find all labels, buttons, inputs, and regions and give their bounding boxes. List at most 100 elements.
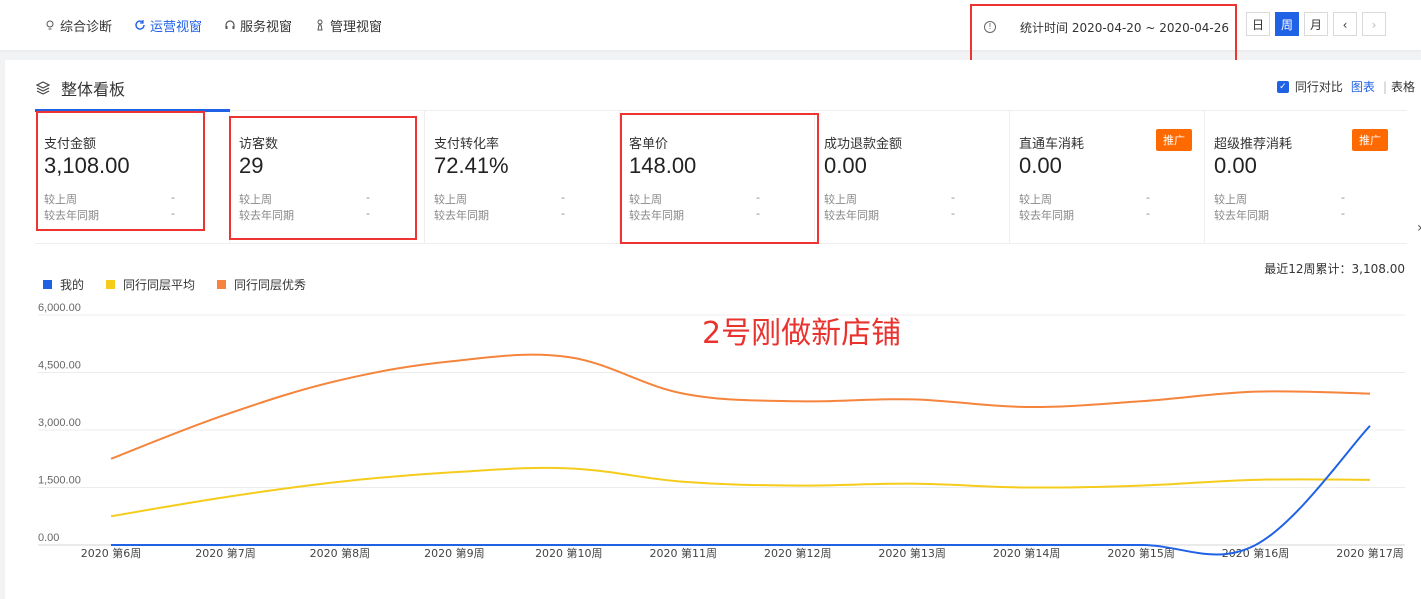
tab-label: 管理视窗	[330, 19, 383, 35]
series-line-1[interactable]	[110, 466, 1371, 518]
legend-swatch	[43, 280, 52, 289]
view-table-link[interactable]: 表格	[1391, 78, 1415, 95]
metric-card-conversion[interactable]: 支付转化率 72.41% 较上周 - 较去年同期 -	[425, 111, 620, 243]
week-button[interactable]: 周	[1275, 12, 1299, 36]
legend-swatch	[106, 280, 116, 289]
metric-label: 支付转化率	[434, 137, 500, 152]
x-tick-label: 2020 第9周	[424, 546, 485, 560]
metric-value: 72.41%	[434, 153, 509, 178]
panel-options: ✓ 同行对比 图表 | 表格	[1276, 78, 1415, 95]
compare-year-label: 较去年同期	[1019, 209, 1074, 222]
active-indicator	[35, 109, 230, 112]
separator: |	[1382, 79, 1387, 94]
tab-label: 综合诊断	[60, 19, 113, 35]
x-tick-label: 2020 第17周	[1336, 546, 1404, 560]
tab-service[interactable]: 服务视窗	[224, 16, 292, 35]
compare-week-value: -	[756, 191, 760, 204]
x-tick-label: 2020 第6周	[81, 546, 142, 560]
compare-year-value: -	[561, 207, 565, 220]
x-tick-label: 2020 第7周	[195, 546, 256, 560]
promo-button[interactable]: 推广	[1352, 129, 1388, 151]
metric-value: 0.00	[1214, 153, 1257, 178]
compare-week-value: -	[1146, 191, 1150, 204]
layers-icon	[35, 81, 51, 95]
metric-value: 0.00	[824, 153, 867, 178]
series-line-2[interactable]	[110, 353, 1371, 460]
metric-value: 29	[239, 153, 264, 178]
metric-card-super-recommend[interactable]: 超级推荐消耗 推广 0.00 较上周 - 较去年同期 -	[1205, 111, 1400, 243]
compare-year-label: 较去年同期	[1214, 209, 1269, 222]
view-chart-link[interactable]: 图表	[1351, 78, 1375, 95]
compare-year-label: 较去年同期	[824, 209, 879, 222]
compare-week-label: 较上周	[629, 193, 662, 206]
panel-title: 整体看板	[35, 76, 125, 100]
metric-value: 0.00	[1019, 153, 1062, 178]
y-tick-label: 3,000.00	[38, 417, 81, 429]
promo-button[interactable]: 推广	[1156, 129, 1192, 151]
compare-week-value: -	[1341, 191, 1345, 204]
metric-card-refund[interactable]: 成功退款金额 0.00 较上周 - 较去年同期 -	[815, 111, 1010, 243]
metric-card-visitors[interactable]: 访客数 29 较上周 - 较去年同期 -	[230, 111, 425, 243]
compare-year-label: 较去年同期	[434, 209, 489, 222]
x-tick-label: 2020 第13周	[878, 546, 946, 560]
x-tick-label: 2020 第14周	[993, 546, 1061, 560]
x-tick-label: 2020 第8周	[310, 546, 371, 560]
metric-value: 148.00	[629, 153, 697, 178]
tab-diagnosis[interactable]: 综合诊断	[44, 16, 112, 35]
refresh-icon	[135, 20, 145, 30]
next-button[interactable]: ›	[1362, 12, 1386, 36]
tab-operation[interactable]: 运营视窗	[134, 16, 202, 35]
metric-label: 直通车消耗	[1019, 137, 1085, 152]
compare-year-value: -	[1341, 207, 1345, 220]
pawn-icon	[317, 19, 323, 31]
metric-card-pay-amount[interactable]: 支付金额 3,108.00 较上周 - 较去年同期 -	[35, 109, 230, 243]
x-tick-label: 2020 第10周	[535, 546, 603, 560]
stat-time: 统计时间 2020-04-20 ~ 2020-04-26	[1020, 21, 1229, 35]
tab-label: 服务视窗	[240, 19, 293, 35]
compare-week-value: -	[951, 191, 955, 204]
metric-cards: 支付金额 3,108.00 较上周 - 较去年同期 - 访客数 29 较上周 -…	[35, 109, 1407, 244]
compare-week-label: 较上周	[239, 193, 272, 206]
tab-management[interactable]: 管理视窗	[314, 16, 382, 35]
y-tick-label: 4,500.00	[38, 360, 81, 372]
prev-button[interactable]: ‹	[1333, 12, 1357, 36]
compare-week-value: -	[366, 191, 370, 204]
x-tick-label: 2020 第12周	[764, 546, 832, 560]
metric-label: 客单价	[629, 137, 669, 152]
cumulative-total: 最近12周累计：3,108.00	[1264, 262, 1405, 276]
day-button[interactable]: 日	[1246, 12, 1270, 36]
compare-week-value: -	[561, 191, 565, 204]
metric-label: 超级推荐消耗	[1214, 137, 1293, 152]
y-tick-label: 6,000.00	[38, 302, 81, 314]
view-tabs: 综合诊断 运营视窗 服务视窗 管理视窗	[44, 0, 404, 50]
compare-year-value: -	[366, 207, 370, 220]
compare-week-label: 较上周	[1019, 193, 1052, 206]
compare-week-label: 较上周	[1214, 193, 1247, 206]
compare-year-label: 较去年同期	[239, 209, 294, 222]
overview-panel: 整体看板 ✓ 同行对比 图表 | 表格 支付金额 3,108.00 较上周 - …	[5, 60, 1421, 599]
metric-label: 访客数	[239, 137, 279, 152]
chevron-right-icon[interactable]: ›	[1417, 220, 1421, 236]
stat-time-box: ! 统计时间 2020-04-20 ~ 2020-04-26	[970, 4, 1237, 62]
month-button[interactable]: 月	[1304, 12, 1328, 36]
x-tick-label: 2020 第11周	[650, 546, 718, 560]
bulb-icon	[46, 20, 54, 30]
info-icon: !	[984, 21, 996, 33]
metric-card-unit-price[interactable]: 客单价 148.00 较上周 - 较去年同期 -	[620, 111, 815, 243]
compare-label[interactable]: 同行对比	[1295, 78, 1343, 95]
compare-year-value: -	[756, 207, 760, 220]
y-tick-label: 1,500.00	[38, 475, 81, 487]
compare-year-value: -	[1146, 207, 1150, 220]
annotation-text: 2号刚做新店铺	[702, 316, 902, 351]
series-line-0[interactable]	[111, 425, 1371, 556]
metric-card-through-train[interactable]: 直通车消耗 推广 0.00 较上周 - 较去年同期 -	[1010, 111, 1205, 243]
compare-year-value: -	[951, 207, 955, 220]
compare-year-label: 较去年同期	[44, 209, 99, 222]
period-switch: 日 周 月 ‹ ›	[1246, 12, 1386, 36]
panel-title-text: 整体看板	[61, 80, 126, 99]
compare-week-label: 较上周	[44, 193, 77, 206]
compare-week-label: 较上周	[824, 193, 857, 206]
checkbox-icon[interactable]: ✓	[1276, 80, 1289, 93]
compare-year-value: -	[171, 207, 175, 220]
legend-swatch	[217, 280, 227, 289]
